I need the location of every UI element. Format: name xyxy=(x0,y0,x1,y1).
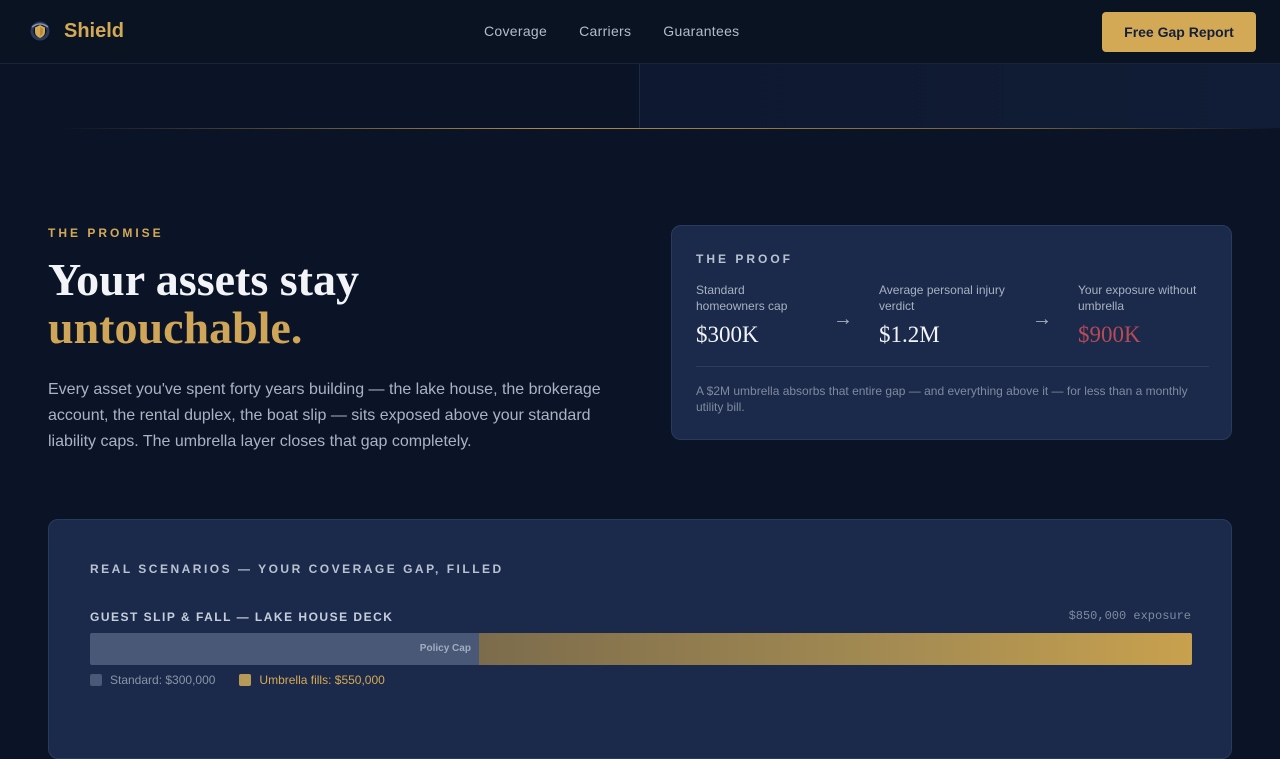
promise-body: Every asset you've spent forty years bui… xyxy=(48,381,601,450)
proof-item-value: $300K xyxy=(696,322,759,347)
section-divider xyxy=(60,128,1280,129)
arrow-right-icon: → xyxy=(1032,308,1052,330)
legend-swatch-umbrella xyxy=(239,674,252,686)
brand-name: Shield xyxy=(64,19,125,42)
proof-item-standard-cap: Standard homeowners cap $300K xyxy=(696,282,816,348)
headline-accent: untouchable. xyxy=(48,302,303,353)
scenarios-card: REAL SCENARIOS — YOUR COVERAGE GAP, FILL… xyxy=(48,519,1232,759)
standard-coverage-segment: Policy Cap xyxy=(90,633,479,665)
scenario-legend: Standard: $300,000 Umbrella fills: $550,… xyxy=(90,673,385,687)
headline-line-1: Your assets stay xyxy=(48,254,359,305)
promise-eyebrow: THE PROMISE xyxy=(48,226,164,240)
policy-cap-label: Policy Cap xyxy=(419,643,471,654)
legend-swatch-standard xyxy=(90,674,102,686)
proof-title: THE PROOF xyxy=(696,252,794,266)
coverage-gap-bar: Policy Cap xyxy=(90,633,1192,665)
scenarios-heading: REAL SCENARIOS — YOUR COVERAGE GAP, FILL… xyxy=(90,562,504,576)
nav-link-guarantees[interactable]: Guarantees xyxy=(663,23,739,39)
promise-headline: Your assets stay untouchable. xyxy=(48,256,608,352)
proof-item-label: Your exposure without umbrella xyxy=(1078,283,1197,313)
umbrella-coverage-segment xyxy=(478,633,1192,665)
legend-label-standard: Standard: $300,000 xyxy=(110,673,216,687)
shield-logo-icon xyxy=(30,21,50,41)
scenario-title: GUEST SLIP & FALL — LAKE HOUSE DECK xyxy=(90,610,394,624)
hero-visual-panel xyxy=(639,64,1280,128)
top-navigation: Shield Coverage Carriers Guarantees Free… xyxy=(0,0,1280,64)
proof-item-value: $900K xyxy=(1078,322,1141,347)
legend-item-standard: Standard: $300,000 xyxy=(90,673,215,687)
proof-divider xyxy=(696,366,1209,367)
proof-item-exposure: Your exposure without umbrella $900K xyxy=(1078,282,1208,348)
proof-item-label: Average personal injury verdict xyxy=(879,283,1005,313)
hero-section-remnant xyxy=(0,64,1280,130)
proof-item-verdict: Average personal injury verdict $1.2M xyxy=(879,282,1029,348)
proof-item-value: $1.2M xyxy=(879,322,940,347)
legend-label-umbrella: Umbrella fills: $550,000 xyxy=(259,673,385,687)
legend-item-umbrella: Umbrella fills: $550,000 xyxy=(239,673,385,687)
proof-card: THE PROOF Standard homeowners cap $300K … xyxy=(671,225,1232,440)
proof-footnote: A $2M umbrella absorbs that entire gap —… xyxy=(696,384,1188,414)
arrow-right-icon: → xyxy=(833,308,853,330)
scenario-exposure: $850,000 exposure xyxy=(1068,609,1191,623)
nav-link-carriers[interactable]: Carriers xyxy=(579,23,631,39)
nav-link-coverage[interactable]: Coverage xyxy=(484,23,547,39)
brand[interactable]: Shield xyxy=(28,19,124,43)
nav-links: Coverage Carriers Guarantees xyxy=(484,23,739,39)
proof-item-label: Standard homeowners cap xyxy=(696,283,788,313)
free-gap-report-button[interactable]: Free Gap Report xyxy=(1102,12,1256,52)
